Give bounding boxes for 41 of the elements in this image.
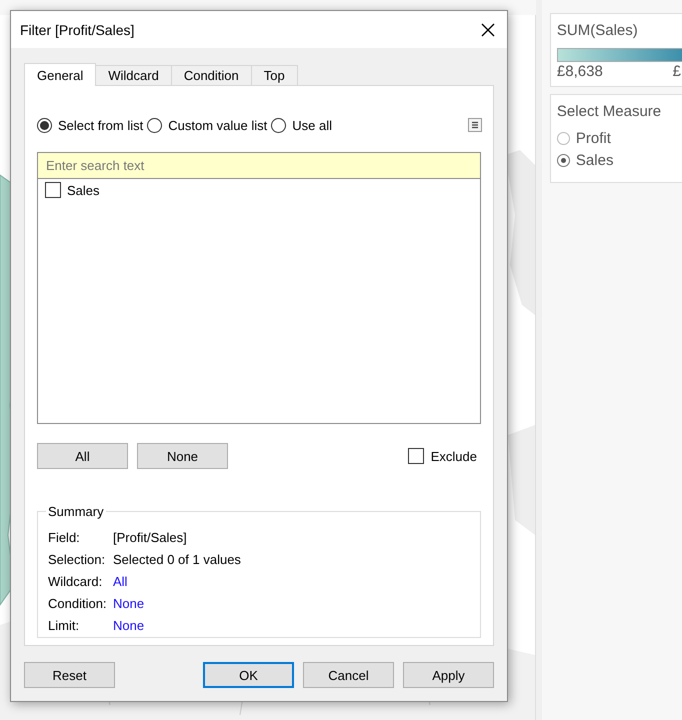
list-button[interactable]: All xyxy=(37,443,128,469)
summary-label: Limit: xyxy=(48,618,80,634)
summary-link[interactable]: None xyxy=(113,618,241,634)
summary-value: [Profit/Sales] xyxy=(113,530,188,546)
legend-title: SUM(Sales) xyxy=(556,22,638,39)
radio-button[interactable] xyxy=(271,118,286,132)
radio-label[interactable]: Sales xyxy=(576,152,614,169)
summary-value: Selected 0 of 1 values xyxy=(113,552,241,568)
tab[interactable]: Top xyxy=(250,65,298,85)
dialog-button[interactable]: Cancel xyxy=(303,662,394,688)
radio-label[interactable]: Use all xyxy=(292,118,332,132)
search-field[interactable]: Enter search text xyxy=(38,153,480,179)
legend-min-label: £8,638 xyxy=(556,63,603,80)
parameter-title: Select Measure xyxy=(556,103,662,120)
window-title: Filter [Profit/Sales] xyxy=(20,22,134,38)
radio-button[interactable] xyxy=(556,132,570,145)
summary-title: Summary xyxy=(47,504,105,519)
radio-button[interactable] xyxy=(147,118,162,132)
summary-link[interactable]: All xyxy=(113,574,241,590)
radio-button[interactable] xyxy=(37,118,52,132)
checkbox-label[interactable]: Exclude xyxy=(430,448,477,464)
summary-label: Condition: xyxy=(48,596,108,612)
dialog-button[interactable]: Apply xyxy=(403,662,494,688)
legend-max-label: £ xyxy=(672,63,681,80)
tab[interactable]: General xyxy=(24,63,96,86)
radio-label[interactable]: Profit xyxy=(576,130,611,147)
summary-label: Field: xyxy=(48,530,81,546)
summary-label: Wildcard: xyxy=(48,574,104,590)
summary-label: Selection: xyxy=(48,552,106,568)
dialog-button[interactable]: Reset xyxy=(24,662,115,688)
radio-label[interactable]: Custom value list xyxy=(168,118,268,132)
menu-icon[interactable] xyxy=(468,118,482,132)
value-label[interactable]: Sales xyxy=(67,182,100,198)
radio-button[interactable] xyxy=(556,154,570,167)
checkbox[interactable] xyxy=(45,182,61,198)
radio-label[interactable]: Select from list xyxy=(58,118,144,132)
summary-link[interactable]: None xyxy=(113,596,241,612)
list-button[interactable]: None xyxy=(137,443,228,469)
dialog-button[interactable]: OK xyxy=(203,662,294,688)
close-icon[interactable] xyxy=(481,22,495,36)
checkbox[interactable] xyxy=(408,448,424,464)
